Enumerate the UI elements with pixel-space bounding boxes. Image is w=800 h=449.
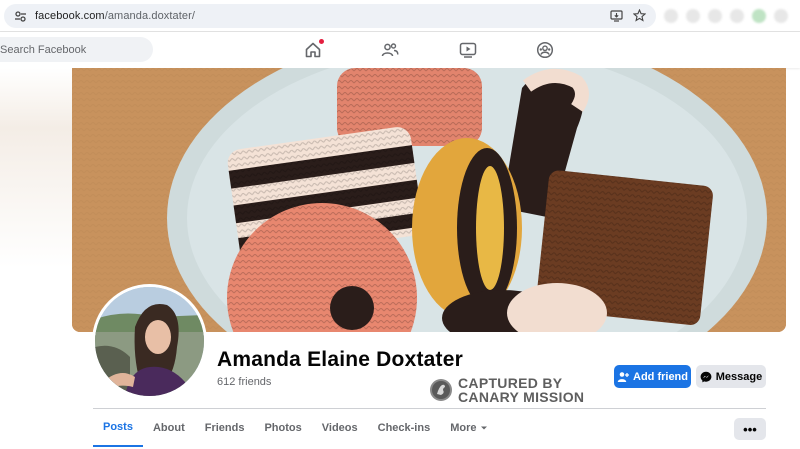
profile-picture[interactable] xyxy=(92,284,207,399)
messenger-icon xyxy=(700,371,712,382)
extension-icon[interactable] xyxy=(664,9,678,23)
tab-label: About xyxy=(152,422,185,434)
more-options-label: ••• xyxy=(743,421,757,437)
install-app-icon[interactable] xyxy=(610,9,623,27)
canary-logo-icon xyxy=(430,379,452,401)
more-options-button[interactable]: ••• xyxy=(734,418,766,440)
groups-icon[interactable] xyxy=(535,40,555,60)
notification-dot xyxy=(319,39,324,44)
tab-check-ins[interactable]: Check-ins xyxy=(368,409,441,447)
tab-label: Videos xyxy=(321,422,358,434)
caret-down-icon xyxy=(481,426,488,430)
bookmark-star-icon[interactable] xyxy=(632,8,647,27)
tab-label: Check-ins xyxy=(377,422,431,434)
facebook-top-nav xyxy=(0,32,800,68)
tab-label: Posts xyxy=(103,421,133,433)
message-label: Message xyxy=(715,370,763,383)
tab-videos[interactable]: Videos xyxy=(312,409,368,447)
tab-more[interactable]: More xyxy=(440,409,498,447)
friends-icon[interactable] xyxy=(380,40,400,60)
add-friend-label: Add friend xyxy=(633,370,688,383)
search-input[interactable] xyxy=(0,43,140,56)
tab-label: Photos xyxy=(264,422,302,434)
video-icon[interactable] xyxy=(458,40,478,60)
search-box[interactable] xyxy=(0,37,153,62)
friends-count[interactable]: 612 friends xyxy=(217,376,271,388)
browser-toolbar: facebook.com/amanda.doxtater/ xyxy=(0,0,800,32)
avatar xyxy=(95,287,204,396)
canary-mission-watermark: CAPTURED BY CANARY MISSION xyxy=(429,376,584,404)
add-person-icon xyxy=(617,371,629,382)
tab-label: More xyxy=(450,422,477,434)
watermark-line1: CAPTURED BY xyxy=(458,375,563,391)
extension-icon[interactable] xyxy=(686,9,700,23)
message-button[interactable]: Message xyxy=(696,365,766,388)
site-settings-icon[interactable] xyxy=(13,9,27,23)
add-friend-button[interactable]: Add friend xyxy=(614,365,691,388)
page-side-fade xyxy=(0,68,72,268)
extension-icon[interactable] xyxy=(730,9,744,23)
extension-icon[interactable] xyxy=(708,9,722,23)
url-path: /amanda.doxtater/ xyxy=(104,10,196,22)
profile-tabs: Posts About Friends Photos Videos Check-… xyxy=(93,409,498,449)
tab-about[interactable]: About xyxy=(143,409,195,447)
profile-avatar-icon[interactable] xyxy=(752,9,766,23)
home-icon[interactable] xyxy=(303,39,324,60)
url-host: facebook.com xyxy=(35,10,105,22)
profile-name: Amanda Elaine Doxtater xyxy=(217,348,463,371)
extension-icon[interactable] xyxy=(774,9,788,23)
tab-posts[interactable]: Posts xyxy=(93,409,143,447)
address-bar[interactable]: facebook.com/amanda.doxtater/ xyxy=(4,4,656,28)
tab-photos[interactable]: Photos xyxy=(254,409,311,447)
url-text[interactable]: facebook.com/amanda.doxtater/ xyxy=(35,10,195,22)
extension-icons[interactable] xyxy=(664,9,788,23)
tab-friends[interactable]: Friends xyxy=(195,409,255,447)
watermark-line2: CANARY MISSION xyxy=(458,389,585,405)
tab-label: Friends xyxy=(204,422,245,434)
